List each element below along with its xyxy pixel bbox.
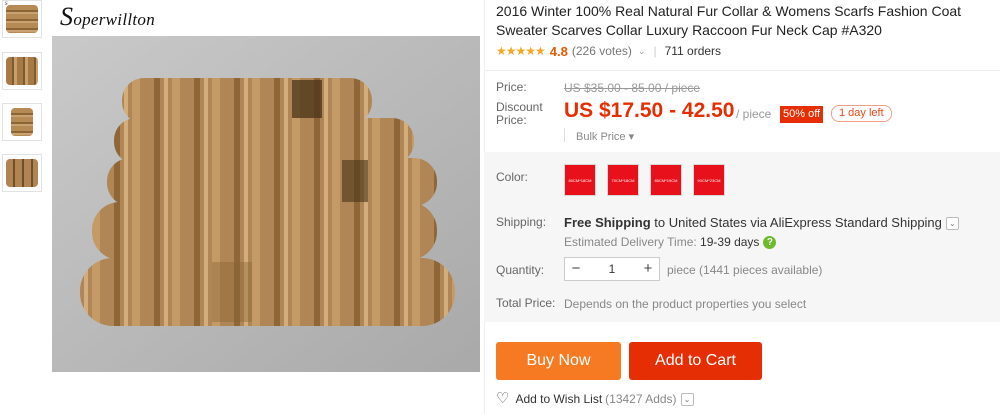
pieces-available: piece (1441 pieces available) xyxy=(667,263,823,277)
wish-dropdown-icon[interactable]: ⌄ xyxy=(680,392,694,406)
star-rating-icon: ★★★★★ xyxy=(496,44,546,58)
discount-price-label: Discount Price: xyxy=(496,100,543,127)
rating-row: ★★★★★ 4.8 (226 votes) ⌄ | 711 orders xyxy=(496,42,721,60)
total-price-value: Depends on the product properties you se… xyxy=(564,297,807,311)
buy-now-button[interactable]: Buy Now xyxy=(496,342,621,380)
fur-collar-photo xyxy=(52,36,480,372)
orders-count: 711 orders xyxy=(664,44,722,58)
color-label: Color: xyxy=(496,170,529,184)
rating-value: 4.8 xyxy=(549,43,568,59)
divider xyxy=(564,128,565,142)
quantity-stepper: − 1 + xyxy=(564,257,660,281)
thumbnail-fur-image xyxy=(11,108,33,136)
quantity-label: Quantity: xyxy=(496,263,545,277)
add-to-wish-list[interactable]: ♡ Add to Wish List (13427 Adds) ⌄ xyxy=(496,390,694,407)
color-option-4[interactable]: 90CM*23CM xyxy=(693,164,725,196)
caret-down-icon: ▾ xyxy=(628,131,635,143)
days-left-badge: 1 day left xyxy=(831,105,892,122)
thumbnail-4[interactable] xyxy=(2,154,42,192)
quantity-input[interactable]: 1 xyxy=(587,262,637,276)
thumbnail-fur-image xyxy=(6,57,38,85)
help-icon[interactable]: ? xyxy=(763,236,777,250)
bulk-price-dropdown[interactable]: Bulk Price ▾ xyxy=(576,130,634,143)
separator: | xyxy=(653,44,657,58)
discount-price: US $17.50 - 42.50 xyxy=(564,99,735,122)
shipping-label: Shipping: xyxy=(496,215,547,229)
shipping-dropdown-icon[interactable]: ⌄ xyxy=(945,217,959,231)
color-option-2[interactable]: 70CM*18CM xyxy=(607,164,639,196)
divider xyxy=(484,70,1000,71)
color-option-3[interactable]: 80CM*19CM xyxy=(650,164,682,196)
add-to-cart-button[interactable]: Add to Cart xyxy=(629,342,762,380)
brand-logo: Soperwillton xyxy=(60,2,156,31)
color-option-1[interactable]: 80CM*18CM xyxy=(564,164,596,196)
plus-icon[interactable]: + xyxy=(637,258,659,280)
thumbnail-1[interactable]: S xyxy=(2,0,42,38)
shipping-info: Free Shipping to United States via AliEx… xyxy=(564,215,959,231)
votes-count[interactable]: (226 votes) xyxy=(572,44,632,58)
heart-icon: ♡ xyxy=(496,390,510,407)
chevron-down-icon[interactable]: ⌄ xyxy=(638,46,646,57)
discount-badge: 50% off xyxy=(780,106,824,123)
total-price-label: Total Price: xyxy=(496,296,556,310)
product-title: 2016 Winter 100% Real Natural Fur Collar… xyxy=(496,3,962,38)
original-price: US $35.00 - 85.00 / piece xyxy=(564,81,701,95)
minus-icon[interactable]: − xyxy=(565,258,587,280)
thumbnail-fur-image xyxy=(6,5,38,33)
delivery-estimate: Estimated Delivery Time: 19-39 days? xyxy=(564,235,777,250)
price-unit: / piece xyxy=(736,107,772,121)
price-label: Price: xyxy=(496,80,527,94)
main-product-image[interactable]: Soperwillton xyxy=(52,0,480,372)
thumbnail-3[interactable] xyxy=(2,103,42,141)
thumbnail-fur-image xyxy=(6,159,38,187)
thumbnail-2[interactable] xyxy=(2,52,42,90)
